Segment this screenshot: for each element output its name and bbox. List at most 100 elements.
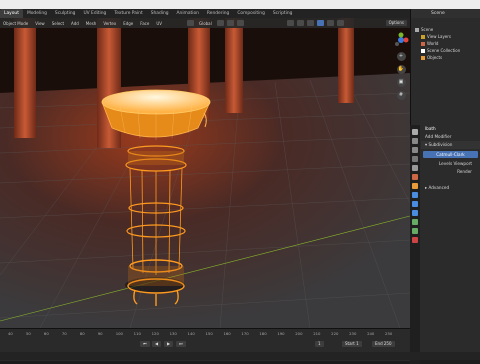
menu-face[interactable]: Face xyxy=(138,21,151,26)
tab-rendering[interactable]: Rendering xyxy=(203,9,233,18)
levels-viewport-label: Levels Viewport xyxy=(438,161,472,166)
timeline-tick-label: 250 xyxy=(385,331,393,336)
timeline-tick-label: 180 xyxy=(259,331,267,336)
timeline-tick-label: 220 xyxy=(331,331,339,336)
outliner-row[interactable]: View Layers xyxy=(411,33,480,40)
workspace-tab-bar: Layout Modeling Sculpting UV Editing Texture… xyxy=(0,9,480,18)
menu-mesh[interactable]: Mesh xyxy=(84,21,99,26)
outliner-item-label: Scene xyxy=(421,27,434,32)
current-frame-field[interactable]: 1 xyxy=(315,341,324,347)
menu-vertex[interactable]: Vertex xyxy=(101,21,118,26)
outliner-scene-label[interactable]: Scene xyxy=(431,11,445,16)
object-tab-icon[interactable] xyxy=(412,183,418,189)
timeline-tick-label: 80 xyxy=(79,331,85,336)
pan-hand-icon[interactable]: ✋ xyxy=(396,65,406,74)
data-tab-icon[interactable] xyxy=(412,228,418,234)
timeline-tick-label: 40 xyxy=(8,331,13,336)
outliner-item-icon xyxy=(421,42,425,46)
tab-shading[interactable]: Shading xyxy=(147,9,173,18)
play-reverse-icon[interactable]: ◀ xyxy=(152,341,162,347)
timeline-tick-label: 90 xyxy=(97,331,103,336)
start-frame-label: Start xyxy=(345,341,355,346)
physics-tab-icon[interactable] xyxy=(412,210,418,216)
outliner-row[interactable]: World xyxy=(411,40,480,47)
3d-viewport[interactable] xyxy=(0,18,410,328)
transform-orientation-icon[interactable] xyxy=(186,20,194,26)
outliner-row[interactable]: Scene xyxy=(411,26,480,33)
orientation-dropdown[interactable]: Global xyxy=(197,21,214,26)
outliner-item-label: World xyxy=(427,41,439,46)
end-frame-field[interactable]: End 250 xyxy=(372,341,395,347)
mode-menu[interactable]: Object Mode xyxy=(1,21,30,26)
timeline-tick-label: 210 xyxy=(313,331,321,336)
outliner-row[interactable]: Scene Collection xyxy=(411,47,480,54)
timeline-tick-label: 100 xyxy=(115,331,123,336)
jump-start-icon[interactable]: ⏮ xyxy=(140,341,150,347)
overlays-icon[interactable] xyxy=(286,20,294,26)
play-icon[interactable]: ▶ xyxy=(164,341,174,347)
menu-edge[interactable]: Edge xyxy=(121,21,135,26)
tab-layout[interactable]: Layout xyxy=(0,9,23,18)
outliner-row[interactable]: Objects xyxy=(411,54,480,61)
timeline-tick-label: 230 xyxy=(349,331,357,336)
modifier-header[interactable]: ▾ Subdivision xyxy=(421,141,480,149)
particles-tab-icon[interactable] xyxy=(412,201,418,207)
camera-icon[interactable]: ▣ xyxy=(396,78,406,87)
tool-tab-icon[interactable] xyxy=(412,129,418,135)
shading-wireframe-icon[interactable] xyxy=(306,20,314,26)
catmull-clark-button[interactable]: Catmull-Clark xyxy=(423,151,478,158)
timeline-tick-label: 60 xyxy=(43,331,49,336)
shading-solid-icon[interactable] xyxy=(316,20,324,26)
timeline-ruler[interactable]: 40 50 60 70 80 90 100 110 120 130 140 150 160 170 180 1… xyxy=(0,331,410,338)
menu-uv[interactable]: UV xyxy=(154,21,164,26)
material-tab-icon[interactable] xyxy=(412,237,418,243)
outliner-item-icon xyxy=(421,56,425,60)
modifier-tab-icon[interactable] xyxy=(412,192,418,198)
world-tab-icon[interactable] xyxy=(412,174,418,180)
tab-compositing[interactable]: Compositing xyxy=(233,9,269,18)
xray-icon[interactable] xyxy=(296,20,304,26)
snap-icon[interactable] xyxy=(226,20,234,26)
add-modifier-button[interactable]: Add Modifier xyxy=(421,133,480,141)
menu-select[interactable]: Select xyxy=(50,21,66,26)
end-frame-value: 250 xyxy=(383,341,392,346)
menu-add[interactable]: Add xyxy=(69,21,81,26)
end-frame-label: End xyxy=(375,341,383,346)
shading-material-icon[interactable] xyxy=(326,20,334,26)
outliner-item-label: View Layers xyxy=(427,34,451,39)
zoom-icon[interactable]: + xyxy=(396,52,406,61)
tab-uv-editing[interactable]: UV Editing xyxy=(79,9,110,18)
tab-modeling[interactable]: Modeling xyxy=(23,9,51,18)
tab-texture-paint[interactable]: Texture Paint xyxy=(110,9,146,18)
tab-sculpting[interactable]: Sculpting xyxy=(51,9,80,18)
scene-tab-icon[interactable] xyxy=(412,165,418,171)
constraints-tab-icon[interactable] xyxy=(412,219,418,225)
start-frame-field[interactable]: Start 1 xyxy=(342,341,362,347)
timeline-controls: ⏮ ◀ ▶ ⏭ 1 Start 1 End 250 xyxy=(0,340,410,349)
modifier-name: Subdivision xyxy=(428,142,453,147)
timeline-tick-label: 130 xyxy=(169,331,177,336)
view-layer-tab-icon[interactable] xyxy=(412,156,418,162)
timeline-tick-label: 50 xyxy=(25,331,31,336)
tab-scripting[interactable]: Scripting xyxy=(269,9,297,18)
render-tab-icon[interactable] xyxy=(412,138,418,144)
jump-end-icon[interactable]: ⏭ xyxy=(176,341,186,347)
outliner-tree: Scene View Layers World Scene Collection Obj… xyxy=(411,18,480,61)
render-label: Render xyxy=(457,169,472,174)
pivot-icon[interactable] xyxy=(216,20,224,26)
outliner-item-icon xyxy=(421,35,425,39)
outliner-item-icon xyxy=(421,49,425,53)
grid-view-icon[interactable]: # xyxy=(396,91,406,100)
timeline-tick-label: 140 xyxy=(187,331,195,336)
options-dropdown[interactable]: Options xyxy=(385,20,407,26)
proportional-edit-icon[interactable] xyxy=(236,20,244,26)
advanced-section[interactable]: ▸ Advanced xyxy=(421,184,480,192)
outliner-item-icon xyxy=(415,28,419,32)
menu-view[interactable]: View xyxy=(33,21,47,26)
shading-rendered-icon[interactable] xyxy=(336,20,344,26)
viewport-header: Object Mode View Select Add Mesh Vertex … xyxy=(0,18,411,28)
status-bar xyxy=(0,352,480,360)
output-tab-icon[interactable] xyxy=(412,147,418,153)
axis-gizmo-icon[interactable] xyxy=(393,32,409,48)
tab-animation[interactable]: Animation xyxy=(173,9,203,18)
